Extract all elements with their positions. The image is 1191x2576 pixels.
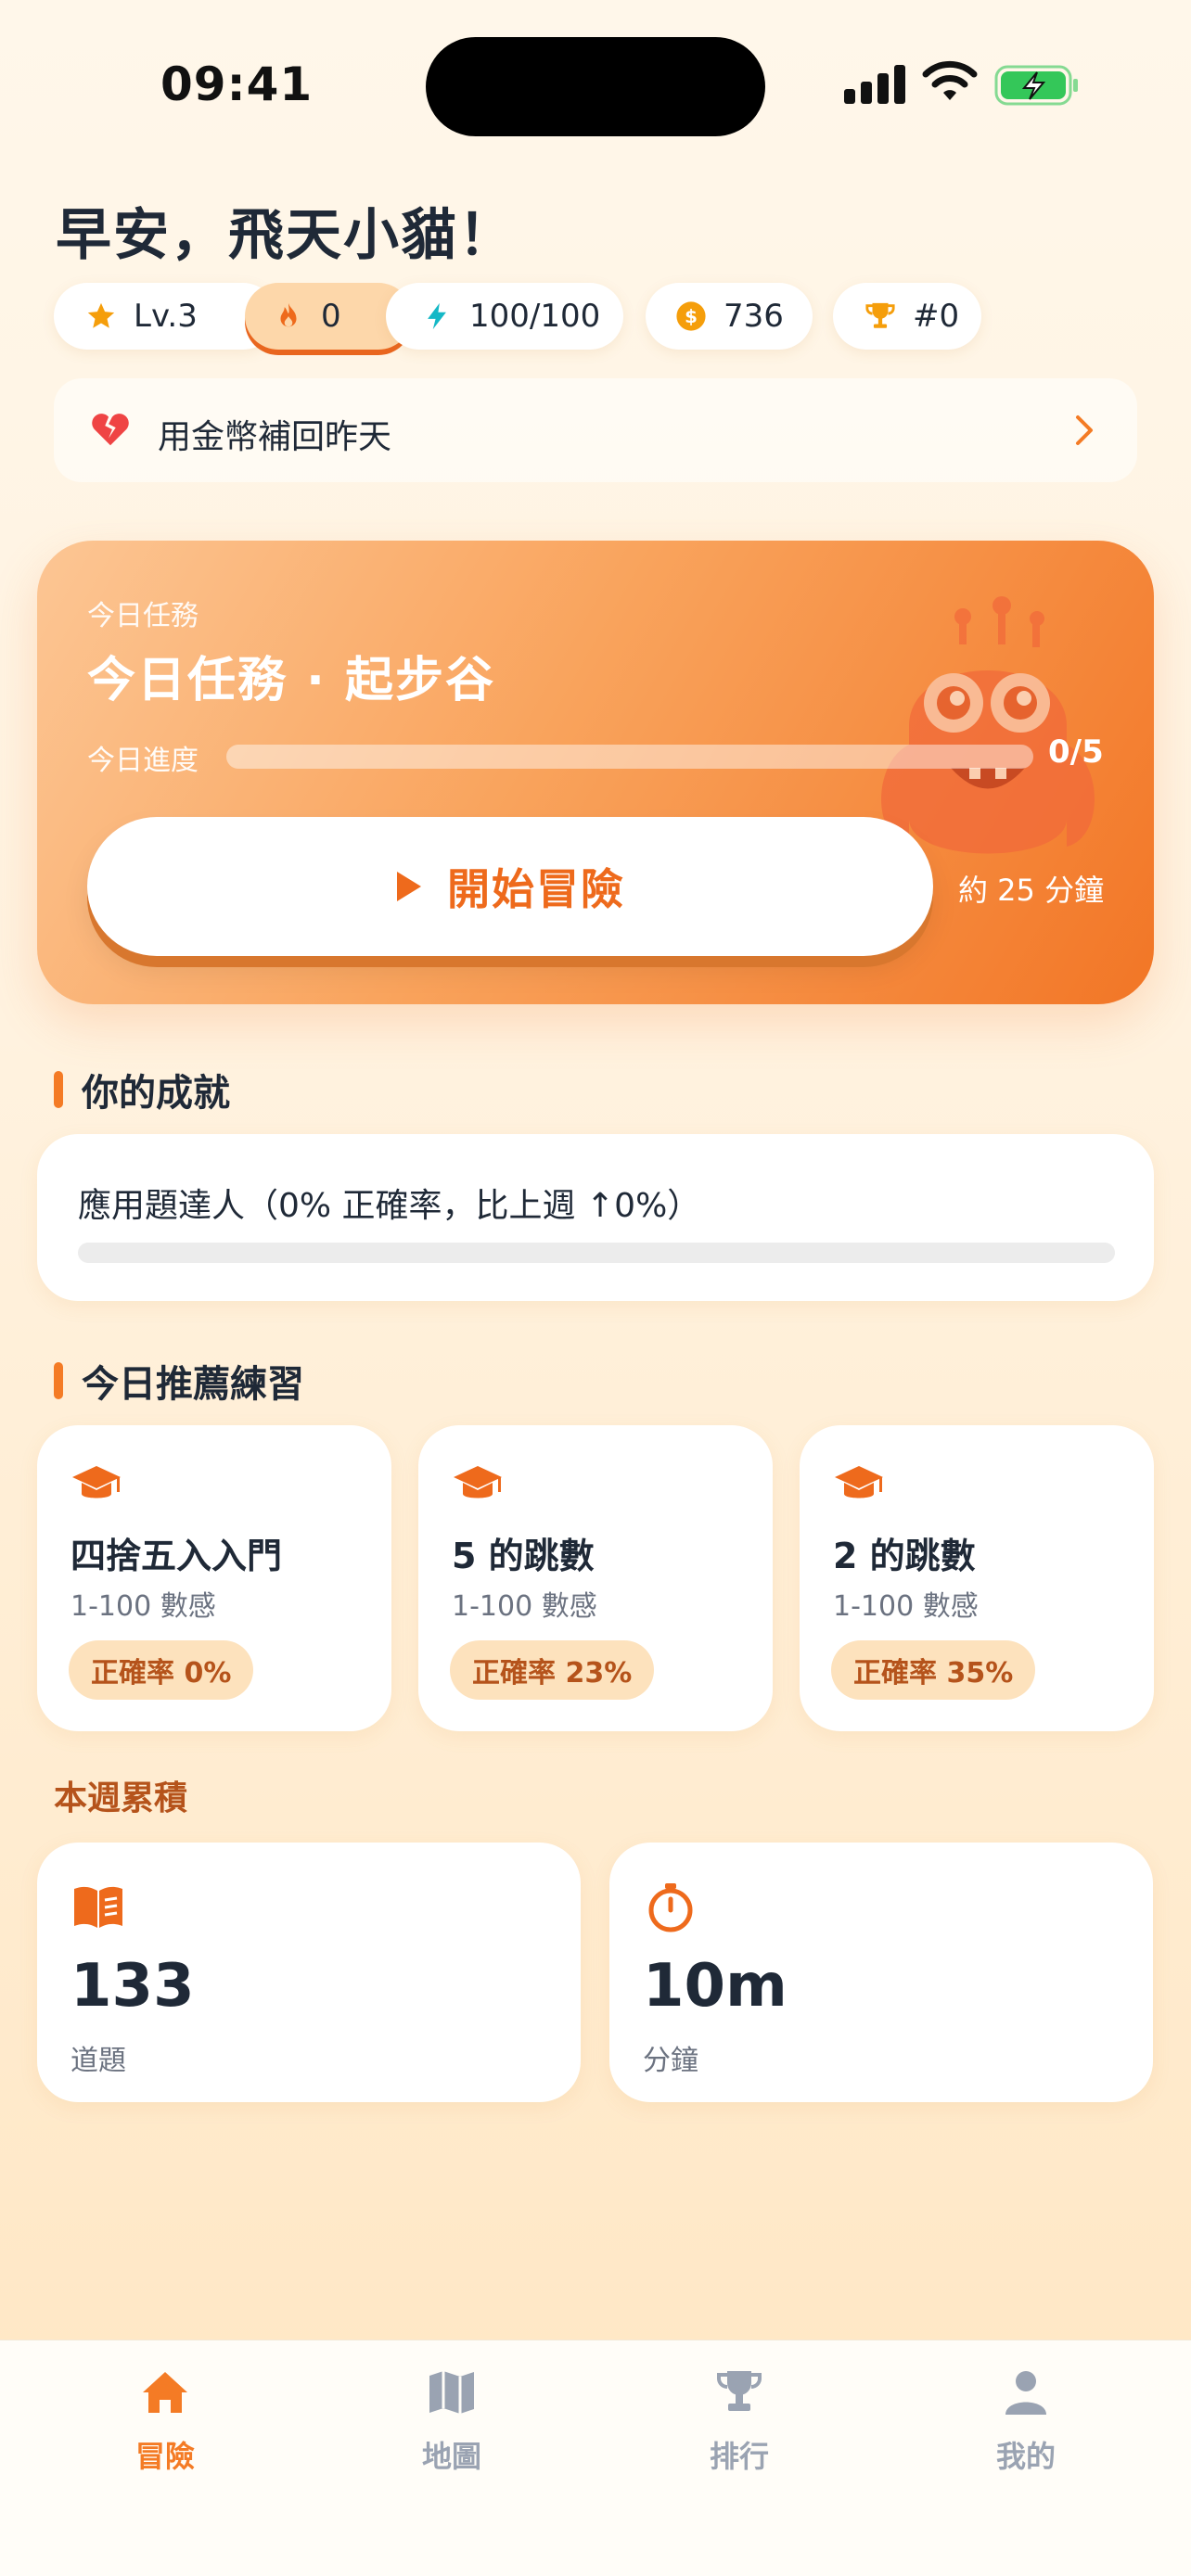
- map-icon: [429, 2371, 474, 2414]
- recommended-card[interactable]: 5 的跳數 1-100 數感 正確率 23%: [418, 1425, 773, 1731]
- rank-chip[interactable]: #0: [833, 283, 981, 350]
- energy-chip[interactable]: 100/100: [386, 283, 623, 350]
- greeting-title: 早安，飛天小貓！: [56, 203, 516, 268]
- dynamic-island: [426, 37, 765, 136]
- battery-charging-icon: [994, 65, 1078, 106]
- recommended-title-text: 今日推薦練習: [82, 1363, 304, 1406]
- chevron-right-icon: [1076, 415, 1093, 445]
- weekly-minutes-card: 10m 分鐘: [609, 1843, 1153, 2102]
- home-icon: [143, 2372, 187, 2413]
- tab-label: 冒險: [134, 2439, 195, 2474]
- daily-quest-card: 今日任務 今日任務 · 起步谷 今日進度 0/5 開始冒險 約 25 分鐘: [37, 541, 1154, 1004]
- quest-small-label: 今日任務: [87, 600, 198, 632]
- broken-heart-icon: [92, 414, 129, 446]
- achievement-progress-bar: [78, 1243, 1115, 1263]
- weekly-section-title: 本週累積: [54, 1779, 188, 1817]
- achievement-card[interactable]: 應用題達人（0% 正確率，比上週 ↑0%）: [37, 1134, 1154, 1301]
- graduation-cap-icon: [835, 1466, 883, 1498]
- coin-icon: $: [676, 301, 706, 331]
- makeup-streak-banner[interactable]: 用金幣補回昨天: [54, 378, 1137, 482]
- achievements-title-text: 你的成就: [82, 1072, 230, 1115]
- flame-icon: [280, 302, 297, 327]
- weekly-minutes-value: 10m: [643, 1952, 788, 2021]
- tab-map[interactable]: 地圖: [359, 2368, 544, 2480]
- tab-label: 排行: [709, 2439, 769, 2474]
- lightning-icon: [428, 302, 446, 330]
- streak-value: 0: [321, 298, 341, 335]
- quest-time-estimate: 約 25 分鐘: [958, 873, 1105, 908]
- recommended-card[interactable]: 四捨五入入門 1-100 數感 正確率 0%: [37, 1425, 391, 1731]
- graduation-cap-icon: [72, 1466, 121, 1498]
- quest-progress-label: 今日進度: [87, 745, 198, 777]
- coins-value: 736: [724, 298, 784, 335]
- tab-label: 地圖: [421, 2439, 481, 2474]
- makeup-label: 用金幣補回昨天: [158, 418, 392, 456]
- tab-adventure[interactable]: 冒險: [72, 2368, 258, 2480]
- trophy-icon: [717, 2371, 762, 2411]
- tab-profile[interactable]: 我的: [933, 2368, 1119, 2480]
- section-accent-bar: [54, 1362, 63, 1399]
- stopwatch-icon: [648, 1883, 693, 1932]
- status-time: 09:41: [160, 57, 314, 111]
- start-adventure-button[interactable]: 開始冒險: [87, 817, 933, 956]
- weekly-minutes-label: 分鐘: [643, 2045, 698, 2077]
- tab-ranking[interactable]: 排行: [647, 2368, 832, 2480]
- weekly-questions-label: 道題: [70, 2045, 126, 2077]
- start-adventure-label: 開始冒險: [447, 864, 625, 914]
- status-bar: 09:41: [0, 0, 1191, 176]
- accuracy-badge: 正確率 0%: [69, 1640, 254, 1700]
- bottom-tab-bar: 冒險 地圖 排行 我的: [0, 2340, 1191, 2576]
- tab-label: 我的: [995, 2439, 1056, 2474]
- recommended-subtitle: 1-100 數感: [70, 1590, 216, 1623]
- book-icon: [74, 1886, 122, 1928]
- recommended-name: 四捨五入入門: [70, 1536, 283, 1576]
- recommended-name: 5 的跳數: [452, 1536, 595, 1576]
- rank-value: #0: [913, 298, 960, 335]
- user-icon: [1005, 2371, 1046, 2415]
- quest-progress-bar: [226, 745, 1033, 769]
- quest-progress-count: 0/5: [1048, 733, 1104, 771]
- recommended-name: 2 的跳數: [833, 1536, 976, 1576]
- svg-text:$: $: [685, 306, 698, 327]
- recommended-subtitle: 1-100 數感: [833, 1590, 979, 1623]
- cellular-signal-icon: [844, 63, 905, 104]
- recommended-section-title: 今日推薦練習: [54, 1354, 304, 1408]
- trophy-icon: [865, 302, 895, 328]
- level-chip[interactable]: Lv.3: [54, 283, 276, 350]
- weekly-questions-value: 133: [70, 1952, 195, 2021]
- achievement-text: 應用題達人（0% 正確率，比上週 ↑0%）: [78, 1187, 701, 1225]
- play-icon: [397, 872, 421, 901]
- wifi-icon: [922, 60, 978, 100]
- recommended-card[interactable]: 2 的跳數 1-100 數感 正確率 35%: [800, 1425, 1154, 1731]
- achievements-section-title: 你的成就: [54, 1063, 230, 1116]
- coins-chip[interactable]: $ 736: [646, 283, 813, 350]
- graduation-cap-icon: [454, 1466, 502, 1498]
- accuracy-badge: 正確率 35%: [831, 1640, 1036, 1700]
- recommended-subtitle: 1-100 數感: [452, 1590, 597, 1623]
- star-icon: [87, 302, 115, 328]
- accuracy-badge: 正確率 23%: [450, 1640, 655, 1700]
- section-accent-bar: [54, 1071, 63, 1108]
- quest-title: 今日任務 · 起步谷: [87, 653, 495, 708]
- energy-value: 100/100: [469, 298, 601, 335]
- weekly-questions-card: 133 道題: [37, 1843, 581, 2102]
- level-value: Lv.3: [134, 298, 198, 335]
